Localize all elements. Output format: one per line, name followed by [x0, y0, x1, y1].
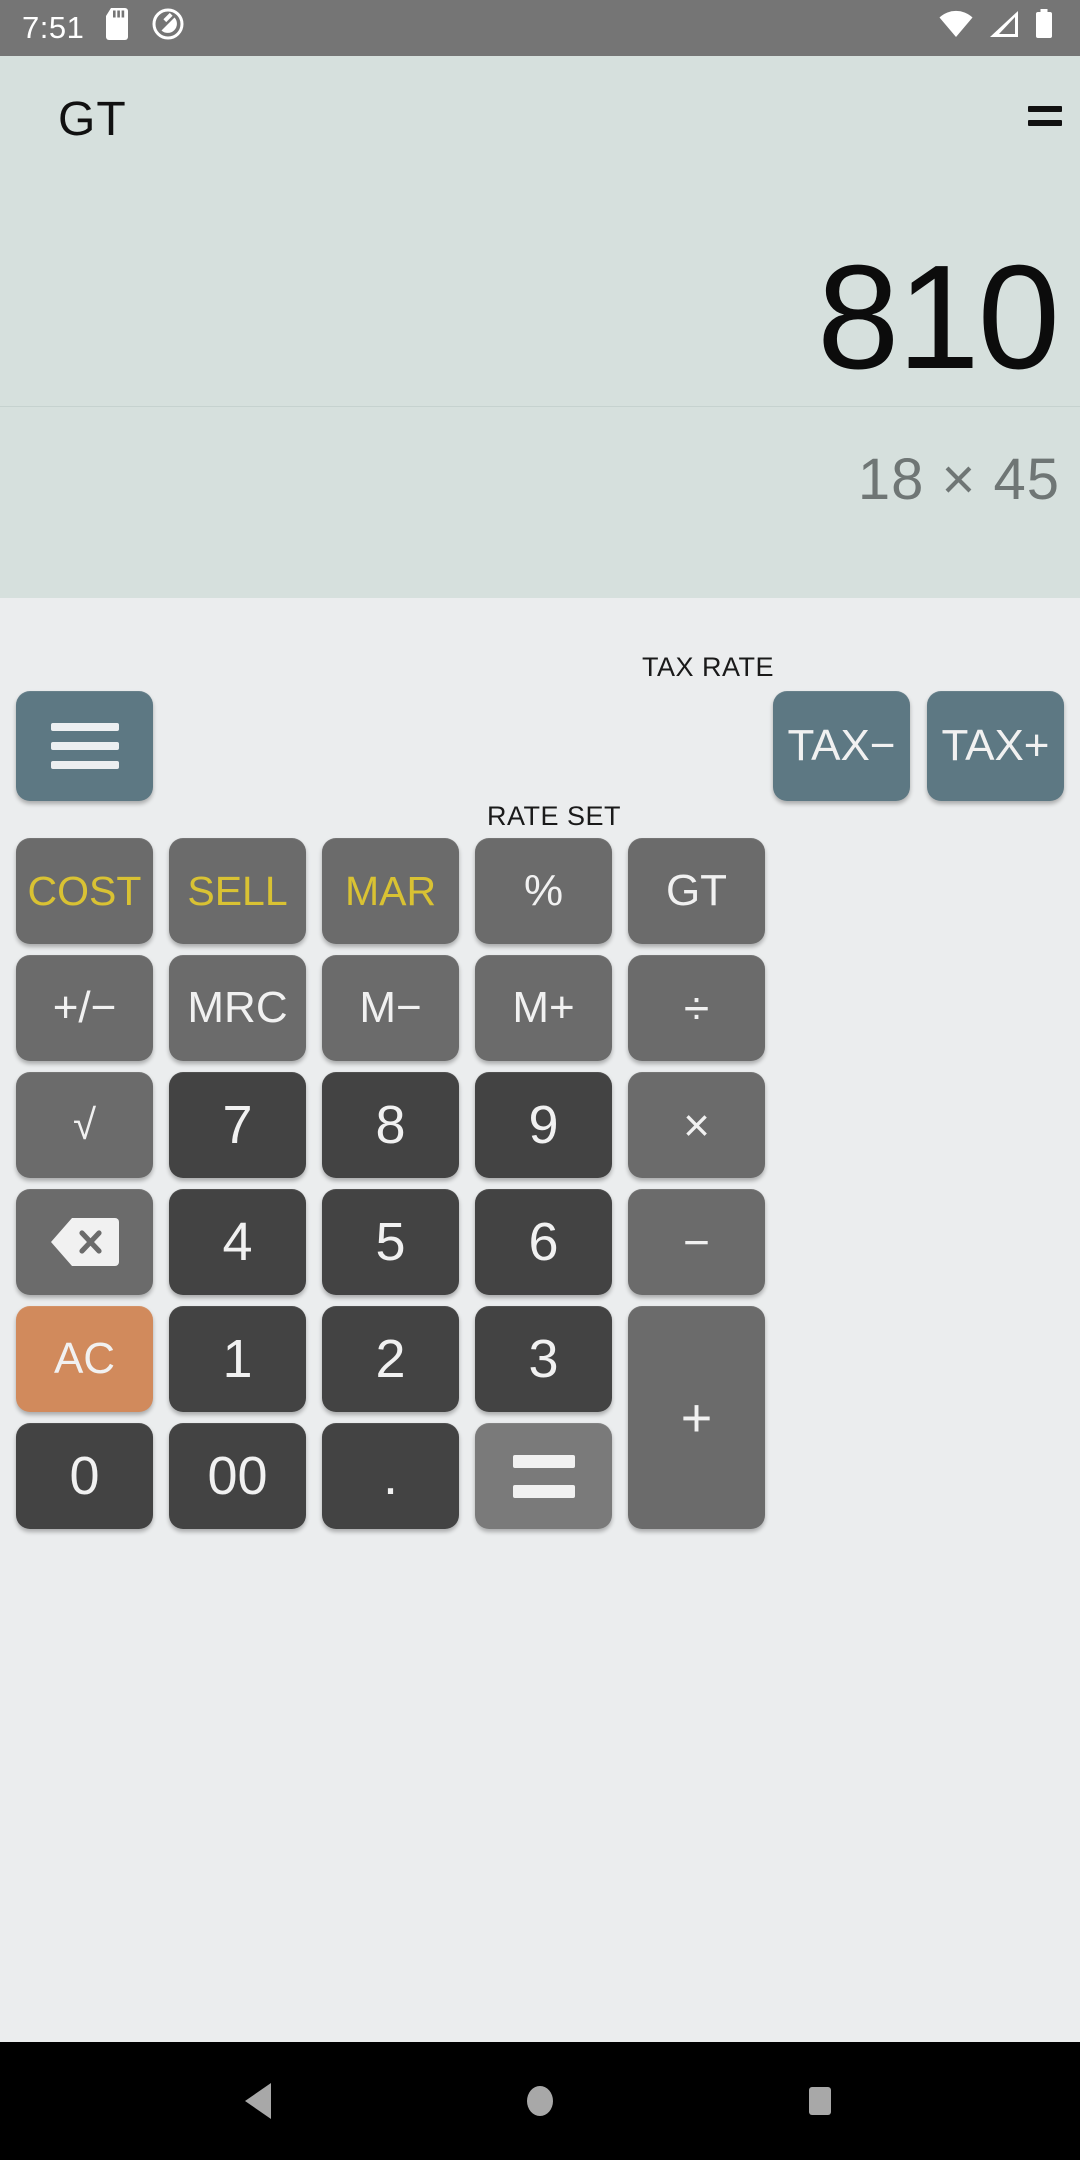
calculator-display: GT 810 18 × 45: [0, 56, 1080, 598]
digit-9-button[interactable]: 9: [475, 1072, 612, 1178]
gt-indicator: GT: [58, 93, 127, 146]
status-bar-right: [938, 9, 1058, 47]
keypad-row-4: 4 5 6 −: [16, 1189, 1064, 1295]
home-icon: [527, 2086, 553, 2116]
backspace-icon: [47, 1214, 123, 1270]
memory-minus-button[interactable]: M−: [322, 955, 459, 1061]
display-value: 810: [817, 235, 1060, 400]
equals-indicator-icon: [1028, 106, 1062, 130]
mar-button[interactable]: MAR: [322, 838, 459, 944]
calculator-app: 7:51 GT 810 18 × 45 TAX RATE TAX− TAX+ R…: [0, 0, 1080, 2160]
keypad-spacer: [153, 691, 773, 801]
display-expression: 18 × 45: [857, 447, 1060, 512]
menu-button[interactable]: [16, 691, 153, 801]
minus-button[interactable]: −: [628, 1189, 765, 1295]
percent-button[interactable]: %: [475, 838, 612, 944]
digit-00-button[interactable]: 00: [169, 1423, 306, 1529]
divide-button[interactable]: ÷: [628, 955, 765, 1061]
sign-toggle-button[interactable]: +/−: [16, 955, 153, 1061]
tax-rate-label: TAX RATE: [641, 652, 774, 682]
wifi-icon: [938, 10, 974, 46]
backspace-button[interactable]: [16, 1189, 153, 1295]
keypad-row-tax: TAX− TAX+: [16, 691, 1064, 801]
decimal-point-button[interactable]: .: [322, 1423, 459, 1529]
keypad-row-6: 0 00 .: [16, 1423, 911, 1529]
recents-icon: [809, 2087, 831, 2115]
cellular-signal-icon: [988, 10, 1020, 46]
digit-6-button[interactable]: 6: [475, 1189, 612, 1295]
equals-icon: [512, 1454, 575, 1498]
status-bar: 7:51: [0, 0, 1080, 56]
digit-4-button[interactable]: 4: [169, 1189, 306, 1295]
square-root-button[interactable]: √: [16, 1072, 153, 1178]
display-main-area: GT 810: [0, 56, 1080, 407]
do-not-disturb-icon: [152, 8, 184, 48]
display-expression-area: 18 × 45: [0, 407, 1080, 598]
back-button[interactable]: [200, 2061, 320, 2141]
gt-button[interactable]: GT: [628, 838, 765, 944]
status-bar-left: 7:51: [22, 8, 184, 48]
home-button[interactable]: [480, 2061, 600, 2141]
memory-plus-button[interactable]: M+: [475, 955, 612, 1061]
keypad-row-1: COST SELL MAR % GT: [16, 838, 1064, 944]
equals-button[interactable]: [475, 1423, 612, 1529]
battery-icon: [1034, 9, 1054, 47]
keypad-row-5: AC 1 2 3 +: [16, 1306, 1064, 1529]
digit-3-button[interactable]: 3: [475, 1306, 612, 1412]
back-icon: [245, 2083, 271, 2119]
sell-button[interactable]: SELL: [169, 838, 306, 944]
keypad-row-3: √ 7 8 9 ×: [16, 1072, 1064, 1178]
tax-plus-button[interactable]: TAX+: [927, 691, 1064, 801]
digit-2-button[interactable]: 2: [322, 1306, 459, 1412]
all-clear-button[interactable]: AC: [16, 1306, 153, 1412]
status-bar-clock: 7:51: [22, 10, 85, 45]
digit-7-button[interactable]: 7: [169, 1072, 306, 1178]
recents-button[interactable]: [760, 2061, 880, 2141]
digit-0-button[interactable]: 0: [16, 1423, 153, 1529]
multiply-button[interactable]: ×: [628, 1072, 765, 1178]
menu-icon: [50, 723, 119, 769]
digit-8-button[interactable]: 8: [322, 1072, 459, 1178]
keypad: TAX RATE TAX− TAX+ RATE SET COST SELL MA…: [0, 598, 1080, 2042]
digit-1-button[interactable]: 1: [169, 1306, 306, 1412]
android-navigation-bar: [0, 2042, 1080, 2160]
memory-recall-clear-button[interactable]: MRC: [169, 955, 306, 1061]
digit-5-button[interactable]: 5: [322, 1189, 459, 1295]
cost-button[interactable]: COST: [16, 838, 153, 944]
keypad-row-2: +/− MRC M− M+ ÷: [16, 955, 1064, 1061]
rate-set-label: RATE SET: [486, 801, 622, 831]
sd-card-icon: [104, 8, 132, 48]
tax-minus-button[interactable]: TAX−: [773, 691, 910, 801]
